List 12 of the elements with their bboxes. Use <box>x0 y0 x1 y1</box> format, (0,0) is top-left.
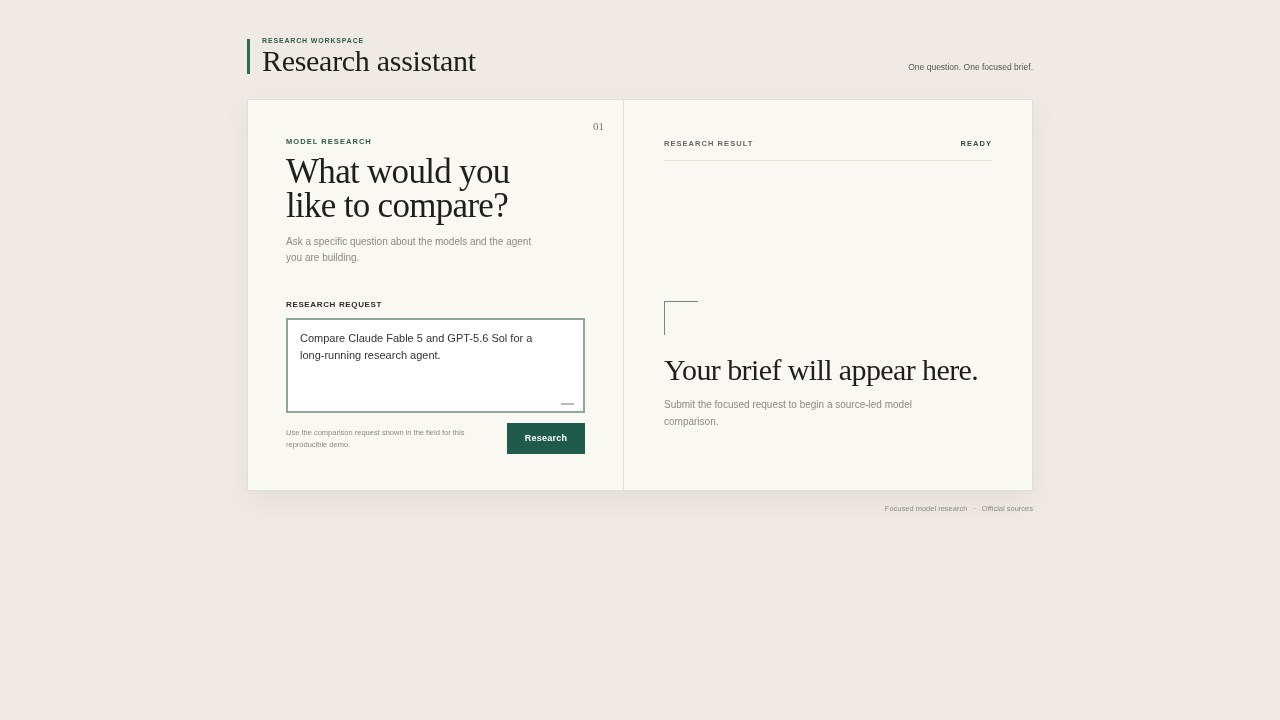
description: Ask a specific question about the models and the agent you are building. <box>286 235 533 266</box>
description: Submit the focused request to begin a source-led model comparison. <box>664 398 913 430</box>
research-button[interactable]: Research <box>507 423 585 455</box>
field-label: RESEARCH REQUEST <box>286 299 384 312</box>
tagline: One question. One focused brief. <box>908 61 1033 74</box>
request-field[interactable]: Compare Claude Fable 5 and GPT-5.6 Sol for a long-running research agent. <box>286 318 585 414</box>
heading: What would you like to compare? <box>286 155 511 224</box>
corner-mark-icon <box>664 301 698 336</box>
heading: Your brief will appear here. <box>664 353 980 388</box>
page-title: Research assistant <box>262 46 476 76</box>
resize-grip-icon[interactable] <box>561 403 574 406</box>
step-number: 01 <box>593 119 604 134</box>
